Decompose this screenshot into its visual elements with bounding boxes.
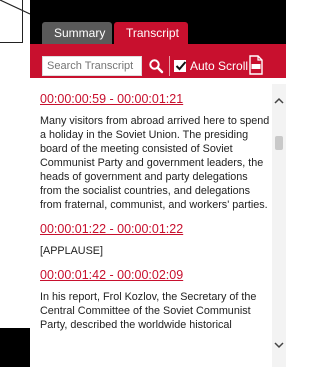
tab-summary[interactable]: Summary: [42, 22, 112, 44]
checkmark-icon: [175, 61, 187, 71]
auto-scroll-toggle[interactable]: Auto Scroll: [174, 59, 248, 73]
page-dark-footer: [0, 328, 30, 367]
transcript-text: In his report, Frol Kozlov, the Secretar…: [40, 291, 257, 331]
transcript-timestamp-link[interactable]: 00:00:00:59 - 00:00:01:21: [40, 92, 272, 106]
transcript-list: 00:00:00:59 - 00:00:01:21 Many visitors …: [40, 92, 272, 342]
chevron-down-icon[interactable]: [272, 338, 286, 352]
tab-bar: Summary Transcript: [42, 22, 188, 44]
screenshot-stage: Summary Transcript Auto Scroll: [0, 0, 286, 367]
search-transcript-input[interactable]: [42, 56, 142, 76]
transcript-text: [APPLAUSE]: [40, 245, 104, 257]
transcript-timestamp-link[interactable]: 00:00:01:42 - 00:00:02:09: [40, 268, 272, 282]
tab-transcript[interactable]: Transcript: [114, 22, 188, 44]
scrollbar-thumb[interactable]: [275, 136, 283, 150]
toolbar-divider: [169, 56, 170, 76]
transcript-timestamp-link[interactable]: 00:00:01:22 - 00:00:01:22: [40, 222, 272, 236]
search-icon[interactable]: [148, 58, 164, 74]
auto-scroll-checkbox[interactable]: [174, 60, 187, 72]
transcript-scrollbar[interactable]: [272, 84, 286, 367]
transcript-content: 00:00:00:59 - 00:00:01:21 Many visitors …: [30, 78, 286, 367]
page-edge-line: [0, 0, 30, 15]
transcript-toolbar: Auto Scroll: [30, 44, 286, 78]
transcript-text: Many visitors from abroad arrived here t…: [40, 115, 270, 211]
pdf-download-icon[interactable]: [249, 55, 263, 75]
transcript-panel: Summary Transcript Auto Scroll: [30, 0, 286, 367]
chevron-up-icon[interactable]: [272, 94, 286, 108]
auto-scroll-label: Auto Scroll: [190, 59, 249, 73]
